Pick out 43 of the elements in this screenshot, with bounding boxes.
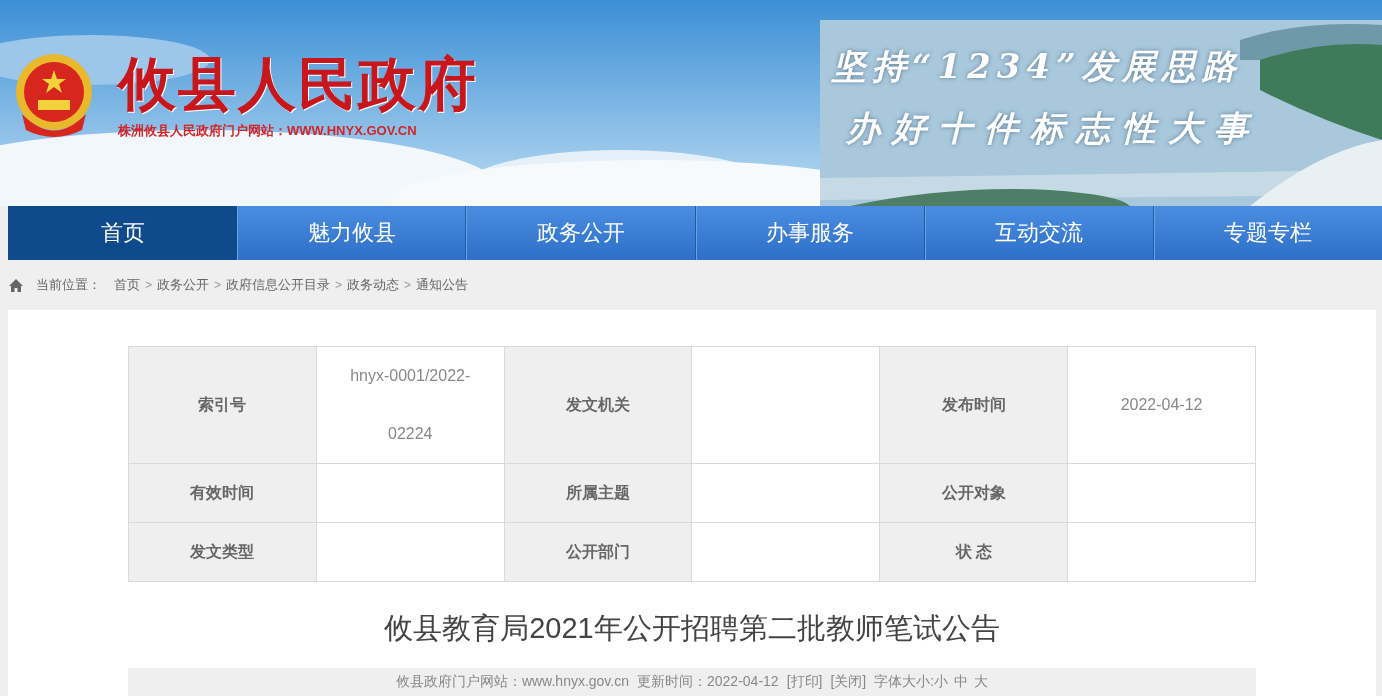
breadcrumb-link[interactable]: 政务公开 — [157, 276, 209, 294]
nav-tab[interactable]: 首页 — [8, 206, 238, 260]
home-icon — [9, 278, 23, 292]
field-label: 发布时间 — [879, 346, 1068, 464]
field-label: 发文类型 — [128, 522, 317, 582]
update-label: 更新时间： — [637, 673, 707, 691]
breadcrumb-link[interactable]: 政府信息公开目录 — [226, 276, 331, 294]
field-label: 索引号 — [128, 346, 317, 464]
breadcrumb-link[interactable]: 首页 — [114, 276, 140, 294]
print-link[interactable]: [打印] — [786, 673, 823, 691]
slogan-text: 坚持“1234”发展思路 — [832, 46, 1243, 86]
field-value: hnyx-0001/2022-02224 — [316, 346, 505, 464]
nav-tab[interactable]: 办事服务 — [695, 206, 925, 260]
update-time: 2022-04-12 — [707, 673, 779, 691]
field-label: 有效时间 — [128, 463, 317, 523]
nav-tab[interactable]: 政务公开 — [466, 206, 696, 260]
site-link[interactable]: www.hnyx.gov.cn — [521, 673, 629, 691]
nav-tab[interactable]: 魅力攸县 — [237, 206, 467, 260]
nav-tab[interactable]: 互动交流 — [924, 206, 1154, 260]
slogan-text: 办好十件标志性大事 — [846, 108, 1261, 148]
close-link[interactable]: [关闭] — [830, 673, 867, 691]
breadcrumb-link[interactable]: 通知公告 — [416, 276, 469, 294]
field-label: 发文机关 — [504, 346, 692, 464]
breadcrumb-separator: > — [335, 278, 343, 292]
site-title: 攸县人民政府 — [118, 52, 478, 116]
field-label: 所属主题 — [504, 463, 692, 523]
nav-tab[interactable]: 专题专栏 — [1153, 206, 1382, 260]
font-size-link[interactable]: 小 — [934, 673, 949, 691]
field-label: 状 态 — [879, 522, 1068, 582]
field-label: 公开对象 — [879, 463, 1068, 523]
breadcrumb-separator: > — [404, 278, 412, 292]
font-size-label: 字体大小: — [874, 673, 935, 691]
breadcrumb-separator: > — [145, 278, 152, 292]
article-title: 攸县教育局2021年公开招聘第二批教师笔试公告 — [383, 611, 1001, 646]
breadcrumb-label: 当前位置： — [36, 276, 101, 294]
breadcrumb-separator: > — [214, 278, 222, 292]
site-label: 攸县政府门户网站： — [395, 673, 522, 691]
font-size-link[interactable]: 中 — [954, 673, 969, 691]
site-subtitle: 株洲攸县人民政府门户网站：WWW.HNYX.GOV.CN — [118, 122, 418, 140]
font-size-link[interactable]: 大 — [974, 673, 989, 691]
field-label: 公开部门 — [504, 522, 692, 582]
breadcrumb-link[interactable]: 政务动态 — [347, 276, 400, 294]
field-value: 2022-04-12 — [1067, 346, 1256, 464]
